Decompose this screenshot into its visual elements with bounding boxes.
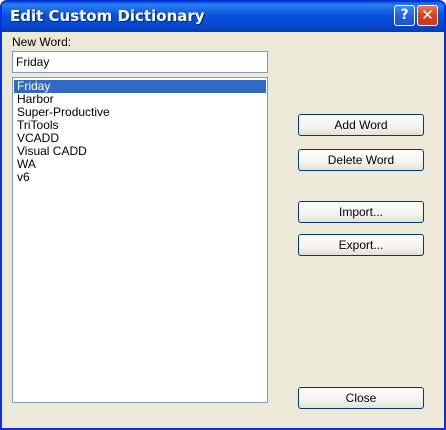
close-icon: ✕ <box>421 6 434 24</box>
new-word-label: New Word: <box>12 35 72 49</box>
list-item[interactable]: WA <box>14 158 266 171</box>
window-close-button[interactable]: ✕ <box>417 5 438 26</box>
list-item[interactable]: Visual CADD <box>14 145 266 158</box>
dialog-window: Edit Custom Dictionary ? ✕ New Word: Fri… <box>0 0 446 430</box>
add-word-button[interactable]: Add Word <box>298 114 424 136</box>
dialog-title: Edit Custom Dictionary <box>10 7 205 25</box>
word-list[interactable]: Friday Harbor Super-Productive TriTools … <box>12 77 268 403</box>
export-button[interactable]: Export... <box>298 234 424 256</box>
list-item[interactable]: v6 <box>14 171 266 184</box>
title-bar[interactable]: Edit Custom Dictionary ? ✕ <box>2 2 444 32</box>
help-icon: ? <box>400 7 409 23</box>
close-button[interactable]: Close <box>298 387 424 409</box>
delete-word-button[interactable]: Delete Word <box>298 149 424 171</box>
import-button[interactable]: Import... <box>298 201 424 223</box>
new-word-input[interactable] <box>12 51 268 73</box>
help-button[interactable]: ? <box>394 5 415 26</box>
